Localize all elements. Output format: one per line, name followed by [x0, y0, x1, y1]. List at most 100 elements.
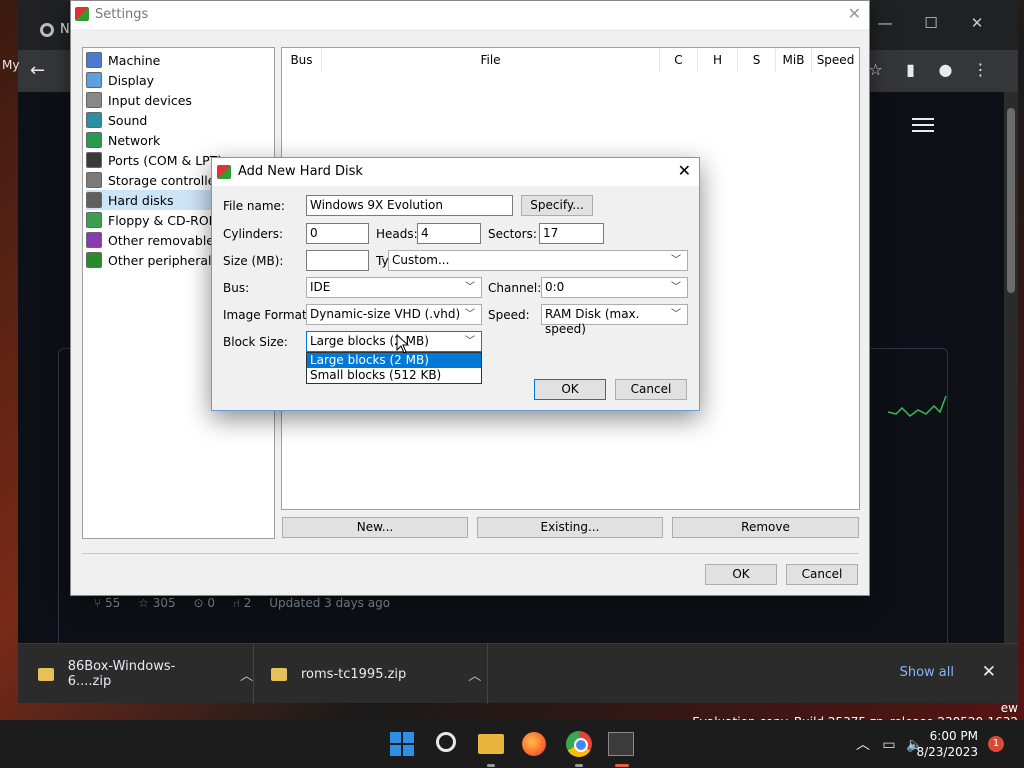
column-header-mib[interactable]: MiB — [776, 48, 812, 72]
notification-badge[interactable]: 1 — [988, 736, 1004, 752]
category-icon — [86, 232, 102, 248]
chevron-up-icon[interactable]: ︿ — [468, 665, 481, 684]
image-format-select[interactable]: Dynamic-size VHD (.vhd) ﹀ — [306, 304, 482, 325]
image-format-value: Dynamic-size VHD (.vhd) — [310, 307, 461, 321]
86box-icon[interactable] — [608, 732, 634, 756]
remove-disk-button[interactable]: Remove — [672, 517, 859, 538]
watermark-line: ew — [1000, 701, 1018, 715]
clock-time: 6:00 PM — [929, 729, 978, 743]
dialog-cancel-button[interactable]: Cancel — [615, 379, 687, 400]
tree-item-label: Hard disks — [108, 192, 174, 208]
download-filename: 86Box-Windows-6....zip — [67, 659, 176, 689]
tree-item-label: Input devices — [108, 92, 192, 108]
activity-sparkline — [888, 395, 947, 417]
tree-item-label: Network — [108, 132, 161, 148]
block-size-select[interactable]: Large blocks (2 MB) ﹀ — [306, 331, 482, 352]
sectors-input[interactable]: 17 — [539, 223, 604, 244]
category-icon — [86, 52, 102, 68]
column-header-bus[interactable]: Bus — [282, 48, 322, 72]
block-size-option[interactable]: Large blocks (2 MB) — [307, 353, 481, 368]
close-icon[interactable]: ✕ — [982, 662, 996, 682]
dialog-ok-button[interactable]: OK — [534, 379, 606, 400]
tree-item-machine[interactable]: Machine — [86, 50, 272, 70]
settings-cancel-button[interactable]: Cancel — [786, 564, 858, 585]
size-input[interactable] — [306, 250, 369, 271]
clock[interactable]: 6:00 PM 8/23/2023 — [916, 728, 978, 760]
tree-item-input-devices[interactable]: Input devices — [86, 90, 272, 110]
existing-disk-button[interactable]: Existing... — [477, 517, 663, 538]
tree-item-label: Other peripherals — [108, 252, 219, 268]
tree-item-label: Storage controllers — [108, 172, 228, 188]
tree-item-network[interactable]: Network — [86, 130, 272, 150]
browser-scrollbar[interactable] — [1004, 92, 1018, 643]
settings-ok-button[interactable]: OK — [705, 564, 777, 585]
sectors-label: Sectors: — [488, 227, 537, 241]
close-icon[interactable]: ✕ — [678, 161, 691, 180]
settings-titlebar[interactable]: Settings ✕ — [71, 1, 869, 29]
cylinders-label: Cylinders: — [223, 227, 283, 241]
fork-count: ⑂ 55 — [94, 596, 121, 610]
browser-tab[interactable]: N — [40, 22, 70, 37]
category-icon — [86, 252, 102, 268]
browser-tab-label: N — [60, 22, 70, 37]
maximize-icon[interactable]: ☐ — [908, 14, 954, 32]
chevron-up-icon: ﹀ — [465, 336, 475, 347]
specify-button[interactable]: Specify... — [521, 195, 593, 216]
download-item[interactable]: 86Box-Windows-6....zip ︿ — [18, 644, 254, 704]
cylinders-input[interactable]: 0 — [306, 223, 369, 244]
dialog-titlebar[interactable]: Add New Hard Disk ✕ — [212, 158, 699, 186]
chevron-down-icon: ﹀ — [671, 255, 681, 266]
new-disk-button[interactable]: New... — [282, 517, 468, 538]
scrollbar-thumb[interactable] — [1007, 108, 1015, 293]
download-item[interactable]: roms-tc1995.zip ︿ — [255, 644, 488, 704]
mouse-cursor-icon — [396, 334, 410, 354]
close-icon[interactable]: ✕ — [954, 14, 1000, 32]
tree-item-display[interactable]: Display — [86, 70, 272, 90]
column-header-h[interactable]: H — [698, 48, 738, 72]
bus-select[interactable]: IDE ﹀ — [306, 277, 482, 298]
column-header-file[interactable]: File — [322, 48, 660, 72]
show-all-link[interactable]: Show all — [900, 665, 954, 680]
category-icon — [86, 172, 102, 188]
chevron-down-icon: ﹀ — [671, 309, 681, 320]
chevron-up-icon[interactable]: ︿ — [240, 665, 253, 684]
speed-select[interactable]: RAM Disk (max. speed) ﹀ — [541, 304, 688, 336]
profile-icon[interactable]: ● — [928, 60, 963, 79]
image-format-label: Image Format: — [223, 308, 311, 322]
block-size-value: Large blocks (2 MB) — [310, 334, 429, 348]
windows-start-icon[interactable] — [390, 732, 416, 756]
86box-icon — [75, 7, 89, 21]
file-name-input[interactable]: Windows 9X Evolution — [306, 195, 513, 216]
kebab-menu-icon[interactable]: ⋮ — [963, 60, 998, 79]
category-icon — [86, 132, 102, 148]
chevron-up-icon[interactable]: ︿ — [850, 734, 876, 754]
column-header-speed[interactable]: Speed — [812, 48, 859, 72]
block-size-option[interactable]: Small blocks (512 KB) — [307, 368, 481, 383]
tree-item-label: Sound — [108, 112, 148, 128]
updated-text: Updated 3 days ago — [269, 596, 391, 610]
network-icon[interactable]: ▭ — [876, 737, 902, 753]
column-header-s[interactable]: S — [738, 48, 776, 72]
86box-icon — [217, 165, 231, 179]
running-indicator — [487, 764, 495, 767]
channel-select[interactable]: 0:0 ﹀ — [541, 277, 688, 298]
heads-input[interactable]: 4 — [417, 223, 481, 244]
pr-count: ⑁ 2 — [232, 596, 252, 610]
category-icon — [86, 192, 102, 208]
firefox-icon[interactable] — [522, 732, 546, 756]
chrome-icon[interactable] — [566, 731, 592, 757]
sidepanel-icon[interactable]: ▮ — [893, 60, 928, 79]
hamburger-menu-icon[interactable] — [912, 114, 934, 136]
dialog-title: Add New Hard Disk — [238, 164, 363, 179]
close-icon[interactable]: ✕ — [848, 4, 861, 23]
type-select[interactable]: Custom... ﹀ — [388, 250, 688, 271]
tree-item-sound[interactable]: Sound — [86, 110, 272, 130]
search-icon[interactable] — [436, 732, 462, 756]
back-arrow-icon[interactable]: ← — [30, 60, 45, 81]
active-indicator — [615, 764, 629, 767]
file-explorer-icon[interactable] — [478, 734, 504, 754]
tree-item-label: Ports (COM & LPT) — [108, 152, 223, 168]
column-header-c[interactable]: C — [660, 48, 698, 72]
star-count: ☆ 305 — [138, 596, 176, 610]
block-size-dropdown-list: Large blocks (2 MB) Small blocks (512 KB… — [306, 352, 482, 384]
